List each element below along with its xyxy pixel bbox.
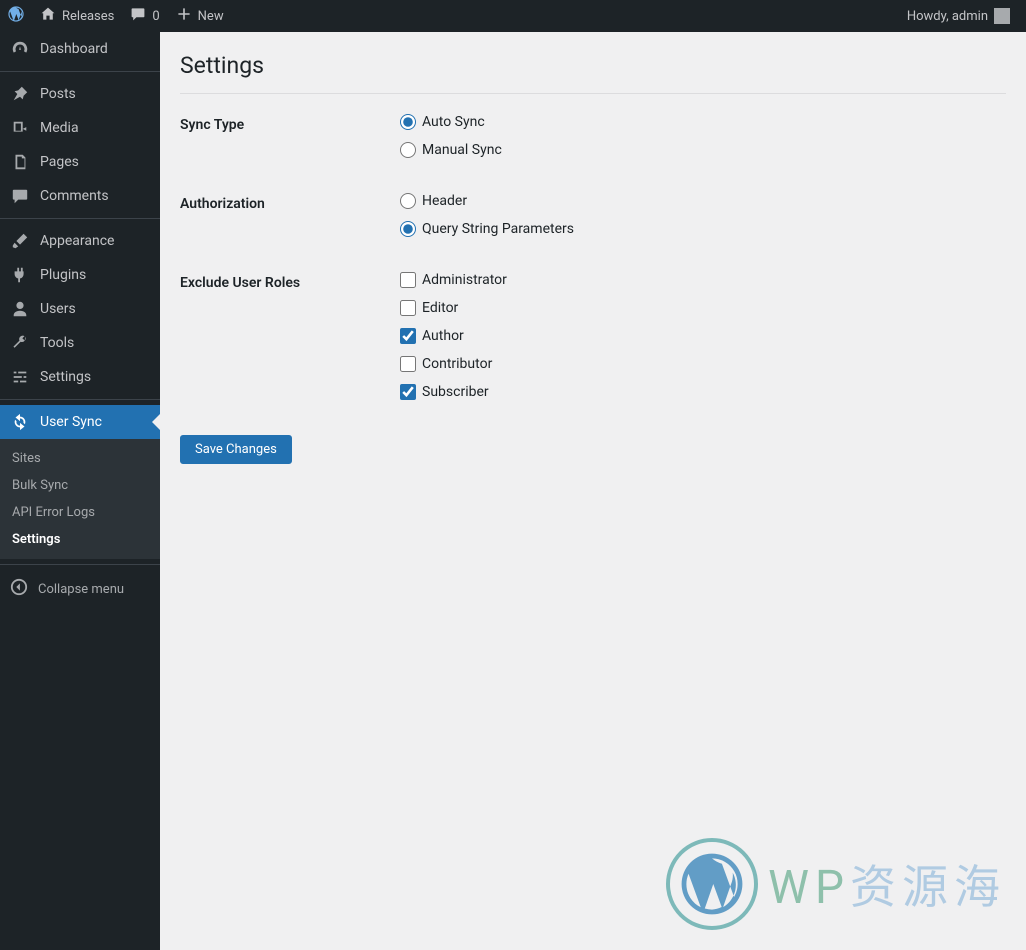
- radio-auto-sync[interactable]: [400, 114, 416, 130]
- admin-bar: Releases 0 New Howdy, admin: [0, 0, 1026, 32]
- plus-icon: [176, 6, 192, 26]
- sidebar-item-label: User Sync: [40, 414, 102, 430]
- row-sync-type: Sync Type Auto Sync Manual Sync: [180, 114, 1006, 158]
- wordpress-icon: [666, 838, 758, 930]
- sidebar-item-users[interactable]: Users: [0, 292, 160, 326]
- row-exclude-roles: Exclude User Roles Administrator Editor …: [180, 272, 1006, 400]
- sliders-icon: [10, 368, 30, 386]
- sub-item-api-error-logs[interactable]: API Error Logs: [0, 499, 160, 526]
- sidebar-item-settings[interactable]: Settings: [0, 360, 160, 394]
- sub-item-bulk-sync[interactable]: Bulk Sync: [0, 472, 160, 499]
- wp-logo-menu[interactable]: [0, 0, 32, 32]
- page-title: Settings: [180, 52, 1006, 94]
- sidebar-item-label: Settings: [40, 369, 91, 385]
- sidebar-item-label: Media: [40, 120, 79, 136]
- sync-type-label: Sync Type: [180, 114, 400, 158]
- sidebar-item-label: Tools: [40, 335, 74, 351]
- sidebar-item-label: Posts: [40, 86, 76, 102]
- radio-header[interactable]: [400, 193, 416, 209]
- exclude-roles-label: Exclude User Roles: [180, 272, 400, 400]
- collapse-menu[interactable]: Collapse menu: [0, 570, 160, 608]
- plug-icon: [10, 266, 30, 284]
- sidebar-item-label: Pages: [40, 154, 79, 170]
- checkbox-editor-label[interactable]: Editor: [422, 300, 458, 316]
- sidebar-item-label: Appearance: [40, 233, 114, 249]
- wrench-icon: [10, 334, 30, 352]
- checkbox-administrator[interactable]: [400, 272, 416, 288]
- sidebar-item-comments[interactable]: Comments: [0, 179, 160, 213]
- collapse-icon: [10, 578, 28, 600]
- radio-manual-sync[interactable]: [400, 142, 416, 158]
- comment-icon: [130, 6, 146, 26]
- wordpress-icon: [8, 6, 24, 26]
- checkbox-author-label[interactable]: Author: [422, 328, 464, 344]
- sidebar-item-label: Comments: [40, 188, 109, 204]
- howdy-text: Howdy, admin: [907, 9, 988, 24]
- new-label: New: [198, 9, 224, 24]
- radio-header-label[interactable]: Header: [422, 193, 467, 209]
- comment-count: 0: [152, 9, 159, 24]
- checkbox-contributor-label[interactable]: Contributor: [422, 356, 492, 372]
- radio-query-label[interactable]: Query String Parameters: [422, 221, 574, 237]
- sub-item-settings[interactable]: Settings: [0, 526, 160, 553]
- sync-icon: [10, 413, 30, 431]
- avatar: [994, 8, 1010, 24]
- radio-auto-sync-label[interactable]: Auto Sync: [422, 114, 485, 130]
- checkbox-administrator-label[interactable]: Administrator: [422, 272, 507, 288]
- checkbox-subscriber-label[interactable]: Subscriber: [422, 384, 489, 400]
- checkbox-author[interactable]: [400, 328, 416, 344]
- save-button[interactable]: Save Changes: [180, 435, 292, 464]
- sidebar-item-posts[interactable]: Posts: [0, 77, 160, 111]
- home-icon: [40, 6, 56, 26]
- checkbox-contributor[interactable]: [400, 356, 416, 372]
- sidebar-item-label: Users: [40, 301, 76, 317]
- pages-icon: [10, 153, 30, 171]
- sidebar-item-media[interactable]: Media: [0, 111, 160, 145]
- sub-item-sites[interactable]: Sites: [0, 445, 160, 472]
- comments-icon: [10, 187, 30, 205]
- media-icon: [10, 119, 30, 137]
- account-link[interactable]: Howdy, admin: [899, 0, 1018, 32]
- sidebar-item-appearance[interactable]: Appearance: [0, 224, 160, 258]
- site-name: Releases: [62, 9, 114, 24]
- sidebar-submenu: Sites Bulk Sync API Error Logs Settings: [0, 439, 160, 559]
- pin-icon: [10, 85, 30, 103]
- checkbox-subscriber[interactable]: [400, 384, 416, 400]
- sidebar-item-tools[interactable]: Tools: [0, 326, 160, 360]
- sidebar-item-label: Dashboard: [40, 41, 108, 57]
- sidebar-item-pages[interactable]: Pages: [0, 145, 160, 179]
- checkbox-editor[interactable]: [400, 300, 416, 316]
- radio-manual-sync-label[interactable]: Manual Sync: [422, 142, 502, 158]
- row-authorization: Authorization Header Query String Parame…: [180, 193, 1006, 237]
- main-content: Settings Sync Type Auto Sync Manual Sync…: [160, 32, 1026, 950]
- watermark: WP资源海: [666, 838, 1006, 930]
- sidebar-item-user-sync[interactable]: User Sync: [0, 405, 160, 439]
- admin-sidebar: Dashboard Posts Media Pages Comments App…: [0, 32, 160, 950]
- brush-icon: [10, 232, 30, 250]
- dashboard-icon: [10, 40, 30, 58]
- comments-link[interactable]: 0: [122, 0, 167, 32]
- sidebar-item-plugins[interactable]: Plugins: [0, 258, 160, 292]
- sidebar-item-dashboard[interactable]: Dashboard: [0, 32, 160, 66]
- site-name-link[interactable]: Releases: [32, 0, 122, 32]
- new-content-link[interactable]: New: [168, 0, 232, 32]
- radio-query[interactable]: [400, 221, 416, 237]
- user-icon: [10, 300, 30, 318]
- sidebar-item-label: Plugins: [40, 267, 86, 283]
- watermark-text: WP资源海: [768, 851, 1006, 917]
- collapse-label: Collapse menu: [38, 582, 124, 597]
- authorization-label: Authorization: [180, 193, 400, 237]
